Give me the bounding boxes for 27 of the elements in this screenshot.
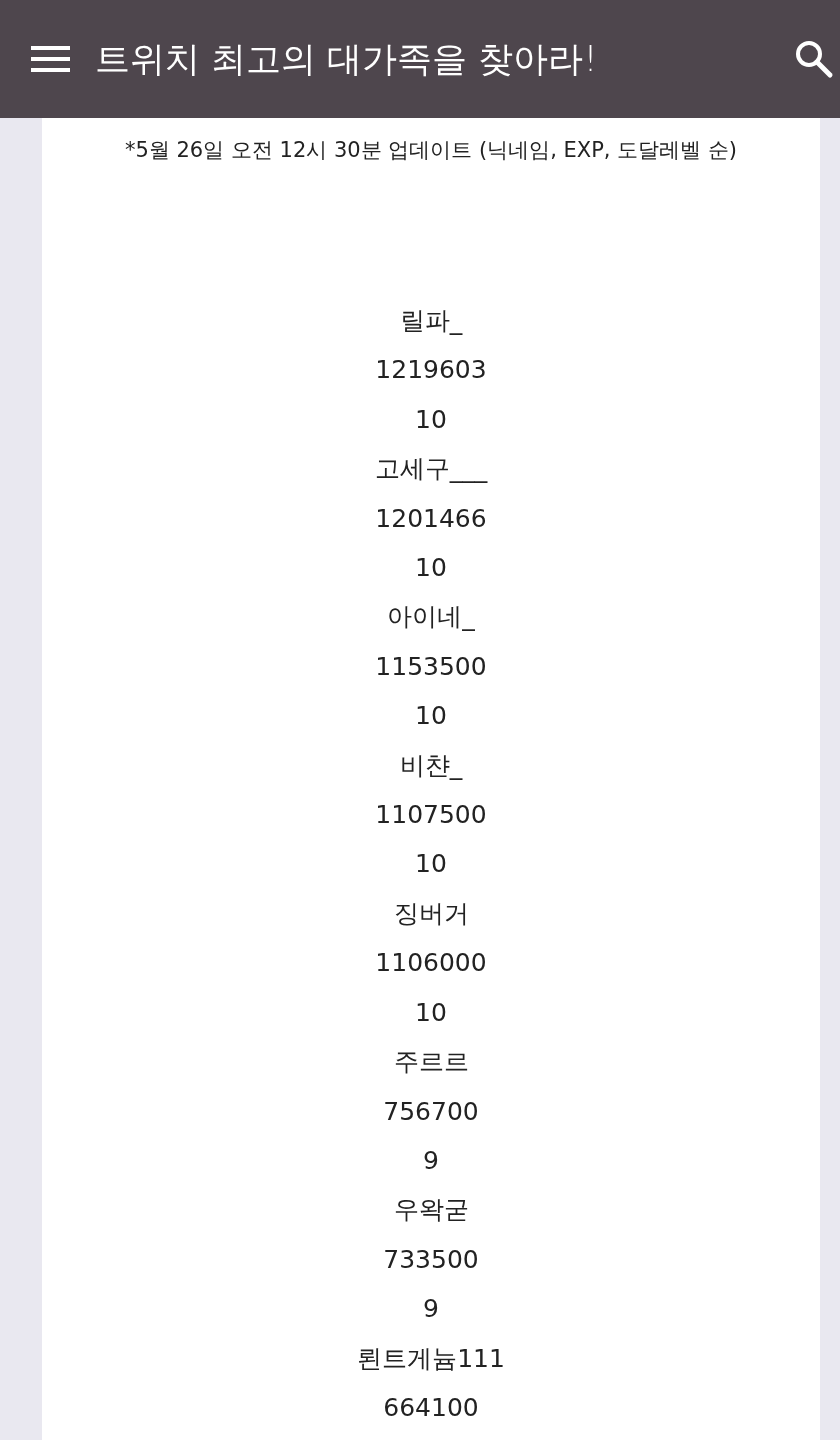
menu-icon[interactable] (31, 44, 71, 74)
nickname-text: 징버거 (392, 897, 470, 930)
level-value: 10 (414, 848, 448, 881)
level-value: 10 (414, 403, 448, 436)
nickname-text: 아이네_ (386, 601, 476, 634)
level-value: 9 (422, 1144, 440, 1177)
nickname-text: 릴파_ (398, 305, 464, 337)
search-icon[interactable] (794, 39, 834, 79)
exp-value: 1219603 (374, 354, 488, 387)
exp-value: 664100 (382, 1391, 480, 1424)
nickname-text: 뢴트게늄111 (356, 1342, 506, 1375)
exp-value: 733500 (382, 1243, 480, 1276)
level-value: 10 (414, 996, 448, 1029)
level-value: 9 (422, 1293, 440, 1326)
level-value: 10 (414, 700, 448, 733)
exp-value: 1153500 (374, 650, 488, 683)
exp-value: 1106000 (374, 947, 488, 980)
nickname-text: 주르르 (392, 1046, 470, 1079)
exp-value: 1201466 (374, 502, 488, 535)
page-title: 트위치 최고의 대가족을 찾아라! (95, 37, 598, 81)
nickname-text: 고세구___ (373, 453, 489, 486)
level-value: 10 (414, 552, 448, 585)
update-note: *5월 26일 오전 12시 30분 업데이트 (닉네임, EXP, 도달레벨 순) (123, 137, 739, 164)
exp-value: 1107500 (374, 799, 488, 832)
nickname-text: 우왁굳 (392, 1194, 470, 1227)
exp-value: 756700 (382, 1095, 480, 1128)
nickname-text: 비챤_ (398, 749, 464, 782)
